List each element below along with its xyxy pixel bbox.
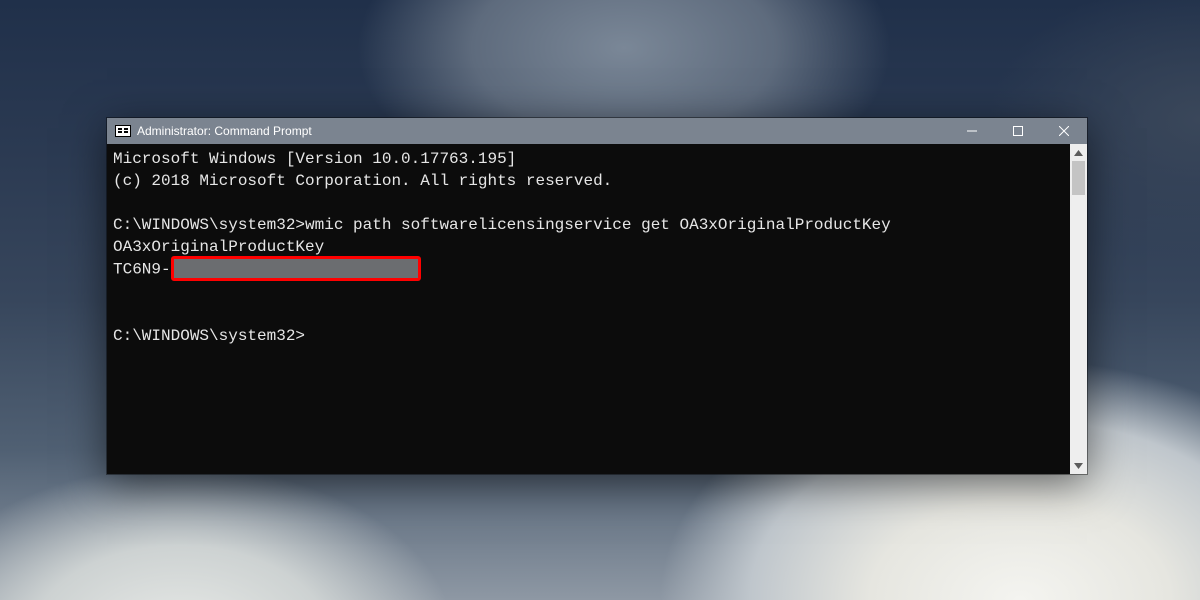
prompt-line-2: C:\WINDOWS\system32> bbox=[113, 325, 1064, 347]
close-button[interactable] bbox=[1041, 118, 1087, 144]
blank-line bbox=[113, 303, 1064, 325]
banner-version-line: Microsoft Windows [Version 10.0.17763.19… bbox=[113, 148, 1064, 170]
close-icon bbox=[1059, 126, 1069, 136]
prompt-prefix: C:\WINDOWS\system32> bbox=[113, 327, 305, 345]
desktop-background: Administrator: Command Prompt Microsoft … bbox=[0, 0, 1200, 600]
banner-copyright-line: (c) 2018 Microsoft Corporation. All righ… bbox=[113, 170, 1064, 192]
minimize-button[interactable] bbox=[949, 118, 995, 144]
maximize-icon bbox=[1013, 126, 1023, 136]
console-client-area: Microsoft Windows [Version 10.0.17763.19… bbox=[107, 144, 1087, 474]
text-cursor bbox=[305, 327, 314, 345]
maximize-button[interactable] bbox=[995, 118, 1041, 144]
blank-line bbox=[113, 281, 1064, 303]
product-key-visible-part: TC6N9- bbox=[113, 261, 171, 279]
command-prompt-window: Administrator: Command Prompt Microsoft … bbox=[107, 118, 1087, 474]
chevron-down-icon bbox=[1074, 463, 1083, 469]
vertical-scrollbar[interactable] bbox=[1070, 144, 1087, 474]
scroll-up-button[interactable] bbox=[1070, 144, 1087, 161]
scrollbar-thumb[interactable] bbox=[1072, 161, 1085, 195]
scroll-down-button[interactable] bbox=[1070, 457, 1087, 474]
cmd-system-icon bbox=[115, 125, 131, 137]
prompt-line-1: C:\WINDOWS\system32>wmic path softwareli… bbox=[113, 214, 1064, 236]
prompt-prefix: C:\WINDOWS\system32> bbox=[113, 216, 305, 234]
product-key-line: TC6N9- bbox=[113, 258, 1064, 281]
blank-line bbox=[113, 192, 1064, 214]
minimize-icon bbox=[967, 126, 977, 136]
titlebar[interactable]: Administrator: Command Prompt bbox=[107, 118, 1087, 144]
window-title: Administrator: Command Prompt bbox=[137, 124, 312, 138]
chevron-up-icon bbox=[1074, 150, 1083, 156]
output-header-line: OA3xOriginalProductKey bbox=[113, 236, 1064, 258]
console-output[interactable]: Microsoft Windows [Version 10.0.17763.19… bbox=[107, 144, 1070, 474]
entered-command: wmic path softwarelicensingservice get O… bbox=[305, 216, 891, 234]
product-key-redaction-box bbox=[171, 256, 421, 281]
